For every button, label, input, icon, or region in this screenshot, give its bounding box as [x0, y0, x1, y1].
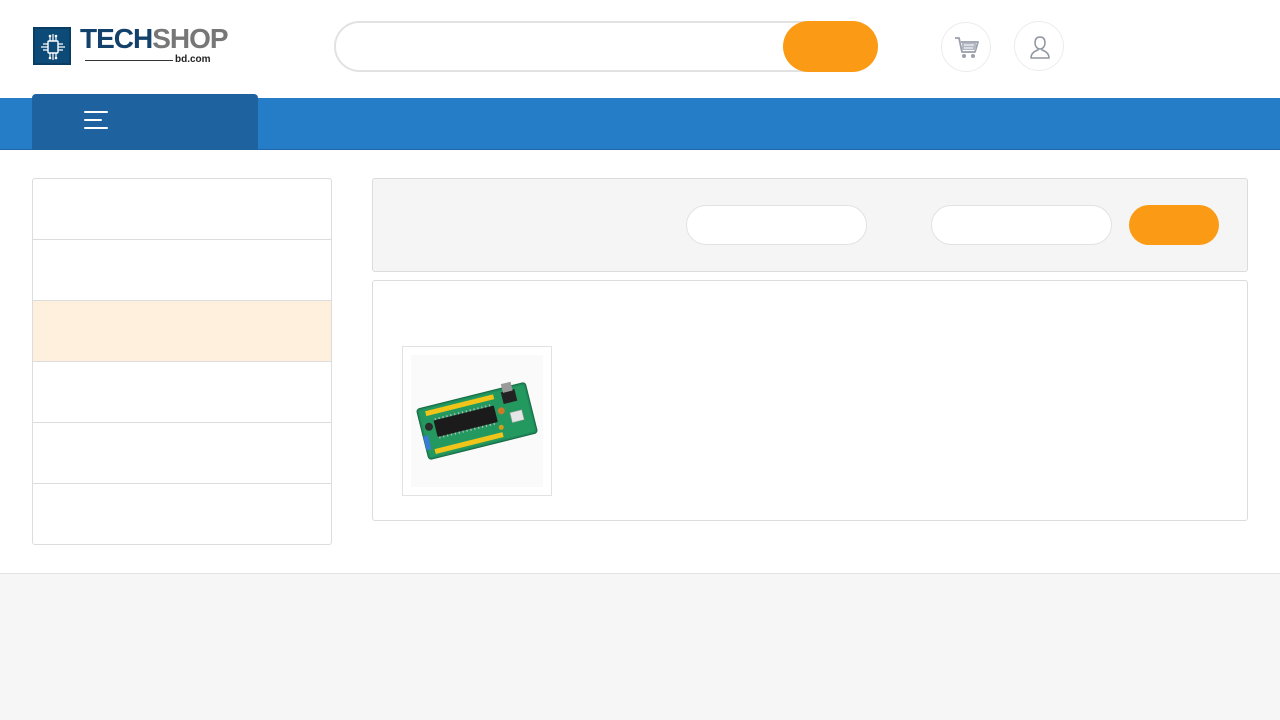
- product-list-panel: [372, 280, 1248, 521]
- site-footer: [0, 573, 1280, 720]
- hamburger-menu-icon: [84, 111, 108, 130]
- logo-underline: [85, 60, 173, 61]
- cart-icon: [955, 37, 979, 58]
- logo-wordmark: TECHSHOP: [80, 22, 229, 56]
- sidebar-item[interactable]: [33, 240, 331, 301]
- search-bar: [334, 21, 878, 72]
- account-button[interactable]: [1014, 21, 1064, 71]
- logo-chip-icon: [33, 27, 71, 65]
- product-card[interactable]: [402, 346, 552, 496]
- site-header: TECHSHOP bd.com: [0, 0, 1280, 98]
- sidebar-item[interactable]: [33, 484, 331, 544]
- min-price-input[interactable]: [686, 205, 867, 245]
- max-price-input[interactable]: [931, 205, 1112, 245]
- logo-brand-tech: TECH: [80, 23, 153, 54]
- logo-brand-shop: SHOP: [152, 23, 228, 54]
- sidebar-item-active[interactable]: [33, 301, 331, 362]
- cart-button[interactable]: [941, 22, 991, 72]
- sidebar-item[interactable]: [33, 179, 331, 240]
- microcontroller-board-image: [411, 355, 543, 487]
- sidebar-item[interactable]: [33, 362, 331, 423]
- site-logo[interactable]: TECHSHOP bd.com: [33, 23, 229, 67]
- search-button[interactable]: [783, 21, 878, 72]
- category-menu-toggle[interactable]: [32, 94, 258, 150]
- filter-apply-button[interactable]: [1129, 205, 1219, 245]
- main-navbar: [0, 94, 1280, 150]
- user-icon: [1030, 36, 1050, 59]
- logo-domain: bd.com: [175, 54, 211, 65]
- sidebar-item[interactable]: [33, 423, 331, 484]
- category-sidebar: [32, 178, 332, 545]
- price-filter-panel: [372, 178, 1248, 272]
- search-input[interactable]: [348, 29, 768, 64]
